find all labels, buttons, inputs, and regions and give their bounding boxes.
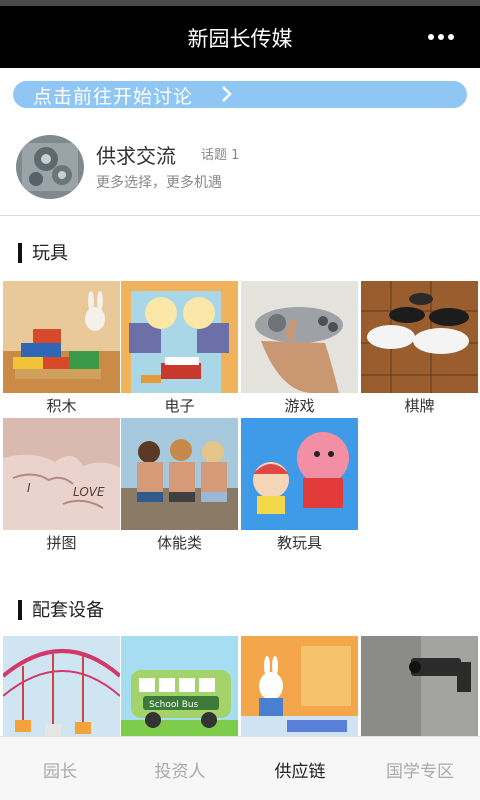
category-blocks[interactable]: 积木 [3,281,120,417]
category-games[interactable]: 游戏 [241,281,358,417]
games-image [241,281,358,393]
ferris-wheel-image [3,636,120,748]
page-title: 新园长传媒 [187,27,293,51]
school-bus-image: School Bus [121,636,238,748]
equipment-school-bus[interactable]: School Bus [121,636,238,748]
category-label: 游戏 [284,397,315,415]
section-title-toys: 玩具 [18,239,68,265]
electronics-image [121,281,238,393]
category-label: 体能类 [156,534,202,552]
group-description: 更多选择，更多机遇 [96,175,222,191]
chevron-right-icon [222,86,232,102]
category-board-games[interactable]: 棋牌 [361,281,478,417]
group-card[interactable]: 供求交流 话题 1 更多选择，更多机遇 [0,120,480,216]
category-label: 电子 [164,397,195,415]
group-topic-count: 话题 1 [201,148,240,163]
category-puzzle[interactable]: LOVE I 拼图 [3,418,120,554]
equipment-furniture[interactable] [241,636,358,748]
tab-sinology[interactable]: 国学专区 [360,757,480,782]
camera-image [361,636,478,748]
equipment-ferris-wheel[interactable] [3,636,120,748]
start-discussion-label: 点击前往开始讨论 [33,86,194,108]
puzzle-image: LOVE I [3,418,120,530]
svg-text:I: I [27,481,31,495]
tab-investor[interactable]: 投资人 [120,757,240,782]
tab-principal[interactable]: 园长 [0,757,120,782]
section-title-equipment: 配套设备 [18,596,104,622]
group-name: 供求交流 [96,144,176,168]
more-options-icon[interactable] [428,26,454,46]
group-avatar [16,135,84,199]
category-physical[interactable]: 体能类 [121,418,238,554]
physical-image [121,418,238,530]
svg-text:LOVE: LOVE [73,485,105,499]
tab-supply-chain[interactable]: 供应链 [240,757,360,782]
teaching-toys-image [241,418,358,530]
category-label: 教玩具 [276,534,322,552]
bottom-tab-bar: 园长 投资人 供应链 国学专区 [0,736,480,800]
furniture-image [241,636,358,748]
category-label: 积木 [46,397,77,415]
svg-text:School Bus: School Bus [149,700,199,710]
start-discussion-button[interactable]: 点击前往开始讨论 [13,81,467,108]
board-games-image [361,281,478,393]
equipment-camera[interactable] [361,636,478,748]
category-electronics[interactable]: 电子 [121,281,238,417]
category-teaching-toys[interactable]: 教玩具 [241,418,358,554]
blocks-image [3,281,120,393]
top-bar: 新园长传媒 [0,6,480,68]
category-label: 拼图 [46,534,77,552]
category-label: 棋牌 [404,397,435,415]
